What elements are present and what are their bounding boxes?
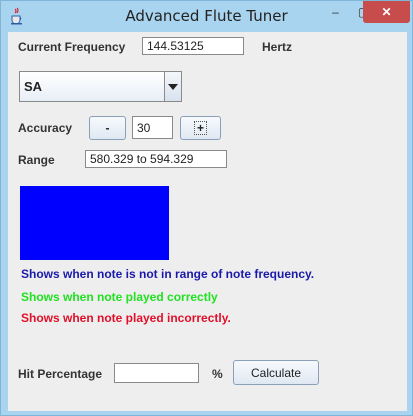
- legend-not-in-range: Shows when note is not in range of note …: [21, 267, 315, 281]
- minimize-button[interactable]: –: [321, 2, 350, 22]
- accuracy-increment-button[interactable]: +: [180, 116, 221, 140]
- close-button[interactable]: ✕: [363, 1, 410, 23]
- plus-label: +: [193, 121, 207, 135]
- title-bar[interactable]: Advanced Flute Tuner – ▢ ✕: [1, 1, 412, 32]
- legend-incorrect: Shows when note played incorrectly.: [21, 311, 231, 325]
- content-panel: Current Frequency 144.53125 Hertz SA Acc…: [8, 32, 407, 411]
- percent-unit-label: %: [212, 367, 223, 381]
- accuracy-field[interactable]: 30: [132, 116, 173, 139]
- range-label: Range: [18, 153, 55, 167]
- accuracy-decrement-button[interactable]: -: [89, 116, 126, 140]
- current-frequency-field[interactable]: 144.53125: [142, 37, 244, 55]
- current-frequency-label: Current Frequency: [18, 40, 126, 54]
- accuracy-label: Accuracy: [18, 121, 73, 135]
- range-field: 580.329 to 594.329: [85, 150, 227, 168]
- calculate-button[interactable]: Calculate: [233, 360, 319, 385]
- note-select[interactable]: SA: [19, 71, 182, 102]
- hit-percentage-field[interactable]: [114, 363, 199, 383]
- note-status-indicator: [20, 186, 169, 260]
- note-select-value: SA: [24, 79, 43, 94]
- app-window: Advanced Flute Tuner – ▢ ✕ Current Frequ…: [0, 0, 413, 416]
- hit-percentage-label: Hit Percentage: [18, 367, 103, 381]
- frequency-unit-label: Hertz: [262, 40, 293, 54]
- chevron-down-icon[interactable]: [164, 72, 181, 101]
- legend-correct: Shows when note played correctly: [21, 290, 218, 304]
